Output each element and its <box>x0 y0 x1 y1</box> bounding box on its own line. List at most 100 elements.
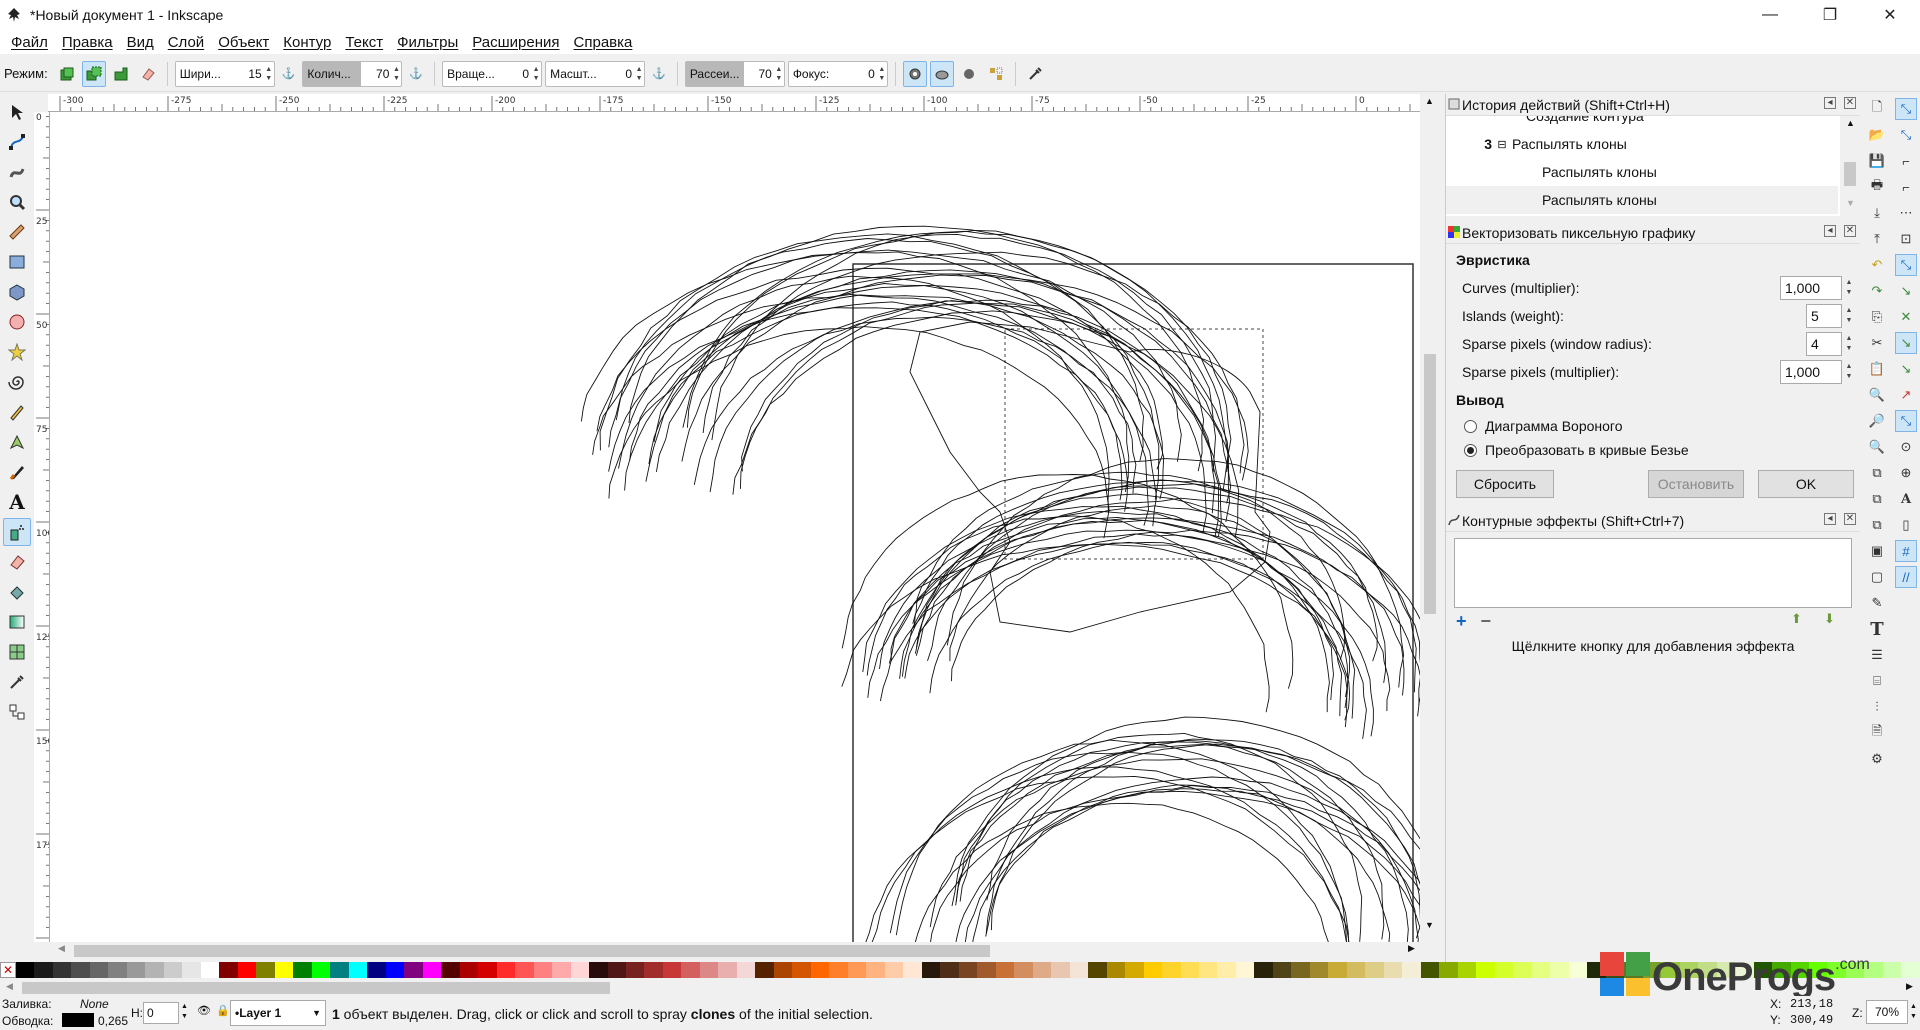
color-swatch[interactable] <box>1254 962 1273 978</box>
snap-path-icon[interactable]: ↘ <box>1895 280 1917 302</box>
focus-spinbox[interactable]: Фокус: 0 ▲ ▼ <box>787 60 888 87</box>
width-spinbox[interactable]: Шири... 15 ▲ ▼ <box>174 60 275 87</box>
eraser-tool-icon[interactable] <box>3 548 31 576</box>
calligraphy-tool-icon[interactable] <box>3 458 31 486</box>
history-panel-header[interactable]: История действий (Shift+Ctrl+H) ◂ ✕ <box>1446 94 1860 116</box>
scroll-up-icon[interactable]: ▲ <box>1846 118 1855 128</box>
menu-extensions[interactable]: Расширения <box>465 34 566 51</box>
color-swatch[interactable] <box>1476 962 1495 978</box>
eraser-mode-icon[interactable] <box>136 61 160 87</box>
scatter-value[interactable]: 70 <box>744 67 774 81</box>
move-up-icon[interactable]: ⬆ <box>1791 611 1802 627</box>
vertical-scrollbar[interactable]: ▲ ▼ <box>1420 94 1440 942</box>
rotation-value[interactable]: 0 <box>501 67 531 81</box>
stroke-width-value[interactable]: 0,265 <box>98 1014 128 1028</box>
color-swatch[interactable] <box>589 962 608 978</box>
scroll-right-icon[interactable]: ▶ <box>1906 981 1913 992</box>
scroll-up-icon[interactable]: ▲ <box>1425 96 1434 106</box>
print-icon[interactable]: 🖶 <box>1866 176 1888 198</box>
ellipse-tool-icon[interactable] <box>3 308 31 336</box>
color-swatch[interactable] <box>607 962 626 978</box>
menu-file[interactable]: Файл <box>4 34 55 51</box>
menu-layer[interactable]: Слой <box>161 34 211 51</box>
layer-dropdown[interactable]: •Layer 1 ▼ <box>230 1000 326 1026</box>
history-row-selected[interactable]: Распылять клоны <box>1446 186 1838 214</box>
maximize-button[interactable]: ❐ <box>1800 0 1860 30</box>
voronoi-radio[interactable] <box>1464 419 1477 433</box>
color-swatch[interactable] <box>330 962 349 978</box>
gradient-tool-icon[interactable] <box>3 608 31 636</box>
color-swatch[interactable] <box>1180 962 1199 978</box>
curves-input[interactable]: 1,000 <box>1780 276 1842 300</box>
stop-button[interactable]: Остановить <box>1648 470 1744 498</box>
snap-smooth-icon[interactable]: ↘ <box>1895 358 1917 380</box>
color-swatch[interactable] <box>459 962 479 978</box>
use-pressure-icon[interactable] <box>902 60 927 87</box>
sparse-multiplier-input[interactable]: 1,000 <box>1780 360 1842 384</box>
color-swatch[interactable] <box>89 962 109 978</box>
color-swatch[interactable] <box>1309 962 1329 978</box>
undo-icon[interactable]: ↶ <box>1866 254 1888 276</box>
group-icon[interactable]: ▣ <box>1866 540 1888 562</box>
pressure-icon[interactable]: ⚓ <box>282 67 296 80</box>
color-swatch[interactable] <box>182 962 201 978</box>
color-swatch[interactable] <box>367 962 386 978</box>
color-swatch[interactable] <box>1365 962 1384 978</box>
color-swatch[interactable] <box>1531 962 1551 978</box>
snap-cusp-icon[interactable]: ↘ <box>1895 332 1917 354</box>
menu-filters[interactable]: Фильтры <box>390 34 465 51</box>
color-swatch[interactable] <box>1199 962 1218 978</box>
pen-tool-icon[interactable] <box>3 428 31 456</box>
align-distribute-icon[interactable]: ⫶ <box>1866 696 1888 718</box>
color-swatch[interactable] <box>1439 962 1458 978</box>
unlink-clone-icon[interactable]: ⧉ <box>1866 514 1888 536</box>
toggle-visibility-icon[interactable]: 👁 <box>197 1004 211 1017</box>
preferences-icon[interactable]: ⚙ <box>1866 748 1888 770</box>
color-swatch[interactable] <box>681 962 700 978</box>
color-swatch[interactable] <box>533 962 553 978</box>
spin-arrows-icon[interactable]: ▲ ▼ <box>391 65 401 83</box>
snap-enable-icon[interactable]: ⤡ <box>1895 98 1917 120</box>
overlap-icon[interactable] <box>984 61 1008 87</box>
snap-bbox-center-icon[interactable]: ⊡ <box>1895 228 1917 250</box>
color-swatch[interactable] <box>810 962 830 978</box>
horizontal-scroll-thumb[interactable] <box>74 945 990 957</box>
count-value[interactable]: 70 <box>361 67 391 81</box>
bezier-radio[interactable] <box>1464 443 1477 457</box>
color-swatch[interactable] <box>1328 962 1347 978</box>
color-swatch[interactable] <box>52 962 72 978</box>
pick-color-icon[interactable] <box>929 60 954 87</box>
opacity-input[interactable]: 0 <box>143 1002 179 1024</box>
color-swatch[interactable] <box>515 962 534 978</box>
color-swatch[interactable] <box>274 962 294 978</box>
color-swatch[interactable] <box>1383 962 1403 978</box>
spin-arrows-icon[interactable]: ▲ ▼ <box>264 65 274 83</box>
connector-tool-icon[interactable] <box>3 698 31 726</box>
spray-union-mode-icon[interactable] <box>109 61 133 87</box>
palette-scroll-thumb[interactable] <box>22 982 610 994</box>
snap-midpoint-icon[interactable]: ↗ <box>1895 384 1917 406</box>
collapse-icon[interactable]: ⊟ <box>1492 138 1512 151</box>
color-swatch[interactable] <box>1014 962 1033 978</box>
color-swatch[interactable] <box>1513 962 1532 978</box>
count-spinbox[interactable]: Колич... 70 ▲ ▼ <box>302 60 403 87</box>
vertical-ruler[interactable]: 0255075100125150175200225 <box>34 112 50 942</box>
spin-arrows-icon[interactable]: ▲ ▼ <box>1844 362 1854 382</box>
color-swatch[interactable] <box>1217 962 1236 978</box>
color-swatch[interactable] <box>34 962 53 978</box>
close-button[interactable]: ✕ <box>1860 0 1920 30</box>
snap-others-icon[interactable]: ⤡ <box>1895 410 1917 432</box>
import-icon[interactable]: ⤓ <box>1866 202 1888 224</box>
scroll-down-icon[interactable]: ▼ <box>1846 198 1855 208</box>
scroll-left-icon[interactable]: ◀ <box>58 943 65 954</box>
color-swatch[interactable] <box>1235 962 1255 978</box>
minimize-button[interactable]: — <box>1740 0 1800 30</box>
zoom-input[interactable]: 70% <box>1866 1000 1908 1024</box>
text-font-icon[interactable]: T <box>1866 618 1888 640</box>
color-swatch[interactable] <box>16 962 35 978</box>
spin-arrows-icon[interactable]: ▲ ▼ <box>1844 306 1854 326</box>
color-swatch[interactable] <box>1882 962 1902 978</box>
color-swatch[interactable] <box>736 962 756 978</box>
horizontal-ruler[interactable]: -300 -275 -250 -225 -200 -175 -150 -125 -100 -75-… <box>48 94 1420 112</box>
voronoi-option[interactable]: Диаграмма Вороного <box>1456 414 1854 438</box>
